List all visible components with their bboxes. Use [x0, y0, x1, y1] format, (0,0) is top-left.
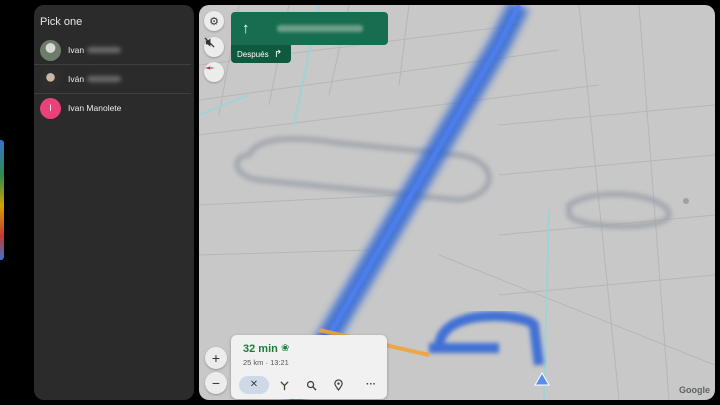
then-label: Después — [237, 50, 269, 59]
blurred-surname — [87, 76, 121, 82]
google-logo: Google — [679, 385, 710, 395]
contact-name: Ivan Manolete — [68, 103, 122, 113]
contact-item[interactable]: Ivan — [34, 36, 191, 65]
then-maneuver-chip: Después ↱ — [231, 45, 291, 63]
contact-item[interactable]: Iván — [34, 65, 191, 94]
avatar: I — [40, 98, 61, 119]
alt-routes-icon — [280, 381, 289, 391]
pin-icon — [334, 379, 343, 391]
compass-button[interactable] — [204, 62, 224, 82]
picker-title: Pick one — [40, 16, 83, 28]
zoom-out-button[interactable]: − — [205, 372, 227, 394]
sound-off-icon — [204, 37, 215, 48]
contact-name: Iván — [68, 74, 85, 84]
zoom-in-button[interactable]: + — [205, 347, 227, 369]
trip-summary-card: 32 min ❀ 25 km · 13:21 ✕ ··· — [231, 335, 387, 399]
close-navigation-button[interactable]: ✕ — [239, 376, 269, 394]
avatar — [40, 40, 61, 61]
more-options-button[interactable]: ··· — [361, 376, 381, 394]
trip-details: 25 km · 13:21 — [243, 358, 289, 367]
next-maneuver-banner[interactable]: ↑ — [231, 12, 388, 45]
screen: Pick one Ivan Iván I Ivan Manolete ⚙ ↑ D… — [0, 0, 720, 405]
close-icon: ✕ — [249, 379, 259, 390]
assistant-edge-glow — [0, 140, 4, 260]
avatar — [40, 69, 61, 90]
blurred-street-name — [277, 25, 363, 32]
alternate-routes-button[interactable] — [279, 376, 299, 394]
blurred-surname — [87, 47, 121, 53]
settings-button[interactable]: ⚙ — [204, 11, 224, 31]
contact-picker-panel: Pick one Ivan Iván I Ivan Manolete — [34, 5, 194, 400]
gear-icon: ⚙ — [209, 15, 219, 28]
navigation-map[interactable]: ⚙ ↑ Después ↱ + − 32 min ❀ 25 km · 13:21… — [199, 5, 715, 400]
add-stop-button[interactable] — [333, 376, 353, 394]
search-along-route-button[interactable] — [306, 376, 326, 394]
more-icon: ··· — [366, 379, 376, 390]
turn-right-icon: ↱ — [273, 49, 283, 60]
google-logo-text: Google — [679, 385, 710, 395]
eco-leaf-icon: ❀ — [281, 343, 290, 354]
arrow-up-icon: ↑ — [242, 20, 250, 37]
contact-item[interactable]: I Ivan Manolete — [34, 94, 191, 123]
compass-icon — [205, 66, 215, 70]
search-icon — [306, 380, 317, 391]
contact-name: Ivan — [68, 45, 85, 55]
trip-duration: 32 min — [243, 343, 278, 355]
mute-button[interactable] — [204, 37, 224, 57]
